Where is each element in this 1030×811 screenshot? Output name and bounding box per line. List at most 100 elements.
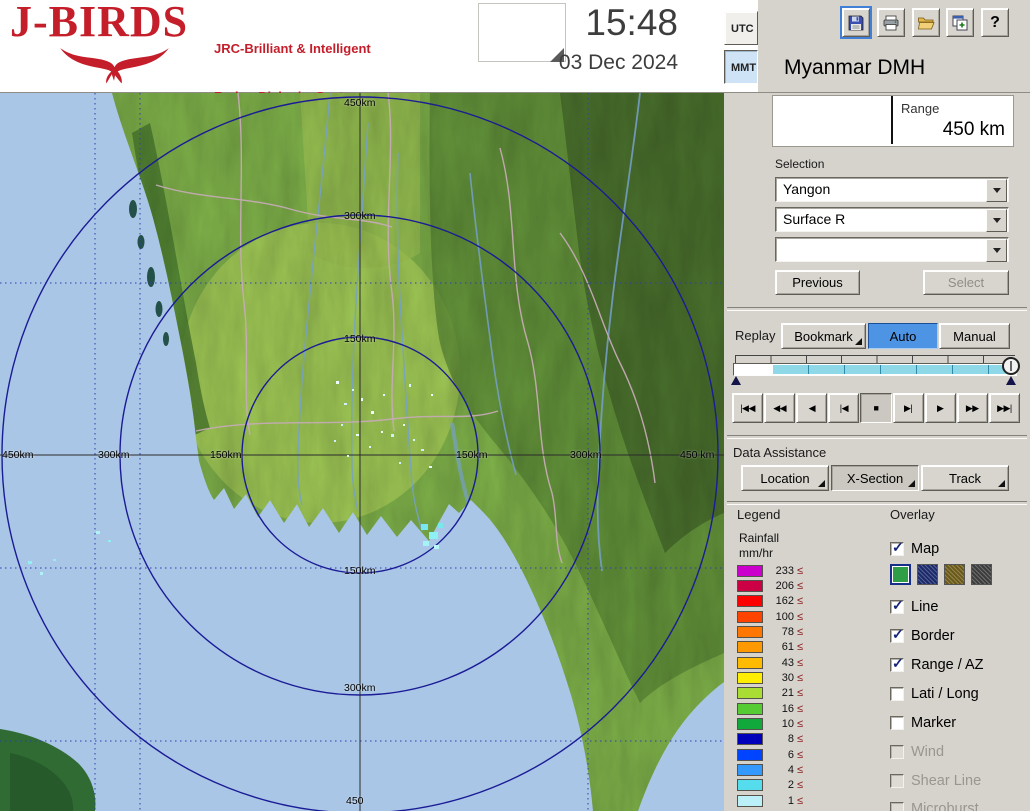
playback-stop-button[interactable]: ■ [860, 393, 891, 423]
radar-map-canvas [0, 93, 724, 811]
legend-color-swatch [737, 595, 763, 607]
chevron-down-icon[interactable] [986, 179, 1007, 202]
chevron-down-icon[interactable] [986, 239, 1007, 262]
manual-button[interactable]: Manual [939, 323, 1010, 349]
x-section-button[interactable]: X-Section [831, 465, 919, 491]
playback-fast-forward-button[interactable]: ▶▶ [957, 393, 988, 423]
timeline-thumb[interactable] [1002, 357, 1020, 375]
legend-value: 43 [768, 657, 794, 669]
bookmark-button[interactable]: Bookmark [781, 323, 866, 349]
auto-button[interactable]: Auto [868, 323, 938, 349]
legend-le-symbol: ≤ [797, 779, 803, 791]
playback-step-back-button[interactable]: |◀ [828, 393, 859, 423]
checkbox-icon[interactable] [890, 600, 904, 614]
select-button[interactable]: Select [923, 270, 1009, 295]
map-style-green-swatch[interactable] [890, 564, 911, 585]
legend-label: Legend [737, 507, 780, 522]
playback-step-forward-button[interactable]: ▶| [893, 393, 924, 423]
control-panel: Range 450 km Selection Yangon Surface R … [724, 93, 1030, 811]
logo-subtitle-line1: JRC-Brilliant & Intelligent [214, 41, 371, 57]
help-button[interactable]: ? [981, 8, 1009, 37]
chevron-down-icon[interactable] [986, 209, 1007, 232]
playback-play-back-button[interactable]: ◀ [796, 393, 827, 423]
timezone-utc-button[interactable]: UTC [724, 11, 758, 45]
checkbox-icon[interactable] [890, 542, 904, 556]
map-style-swatches [890, 564, 992, 585]
new-window-icon [951, 14, 969, 32]
open-folder-button[interactable] [912, 8, 940, 37]
overlay-item-lati-long[interactable]: Lati / Long [890, 683, 979, 705]
legend-le-symbol: ≤ [797, 672, 803, 684]
legend-color-swatch [737, 687, 763, 699]
legend-color-swatch [737, 718, 763, 730]
current-time: 15:48 [558, 2, 678, 44]
option-dropdown[interactable] [775, 237, 1009, 262]
timeline-start-marker-icon[interactable] [731, 376, 741, 385]
checkbox-icon[interactable] [890, 716, 904, 730]
save-button[interactable] [842, 8, 870, 37]
checkbox-icon[interactable] [890, 629, 904, 643]
app-logo-title: J-BIRDS [10, 0, 188, 47]
timeline-fill [773, 365, 1015, 374]
map-style-gray-swatch[interactable] [971, 564, 992, 585]
checkbox-icon [890, 745, 904, 759]
checkbox-icon [890, 802, 904, 811]
legend-entry: 1≤ [737, 793, 857, 808]
overlay-item-map[interactable]: Map [890, 538, 939, 560]
selection-label: Selection [775, 157, 824, 171]
legend-color-swatch [737, 703, 763, 715]
legend-color-swatch [737, 641, 763, 653]
print-icon [882, 14, 900, 32]
legend-color-swatch [737, 565, 763, 577]
radar-map[interactable]: 450km300km150km450km300km150km150km300km… [0, 93, 724, 811]
legend-entry: 61≤ [737, 640, 857, 655]
overlay-label-text: Microburst [911, 801, 979, 811]
range-display-box: Range 450 km [772, 95, 1014, 147]
legend-unit-line2: mm/hr [739, 546, 773, 560]
overlay-item-marker[interactable]: Marker [890, 712, 956, 734]
legend-entry: 6≤ [737, 747, 857, 762]
map-style-olive-swatch[interactable] [944, 564, 965, 585]
legend-entry: 30≤ [737, 670, 857, 685]
map-style-navy-swatch[interactable] [917, 564, 938, 585]
checkbox-icon[interactable] [890, 687, 904, 701]
separator [727, 501, 1027, 505]
previous-button[interactable]: Previous [775, 270, 860, 295]
playback-play-button[interactable]: ▶ [925, 393, 956, 423]
legend-entry: 4≤ [737, 762, 857, 777]
legend-le-symbol: ≤ [797, 595, 803, 607]
overlay-item-line[interactable]: Line [890, 596, 938, 618]
product-dropdown[interactable]: Surface R [775, 207, 1009, 232]
overlay-label: Overlay [890, 507, 935, 522]
site-dropdown[interactable]: Yangon [775, 177, 1009, 202]
legend-value: 4 [768, 764, 794, 776]
legend-color-swatch [737, 733, 763, 745]
eagle-logo-icon [12, 46, 217, 84]
legend-color-swatch [737, 626, 763, 638]
location-button[interactable]: Location [741, 465, 829, 491]
overlay-item-range-az[interactable]: Range / AZ [890, 654, 984, 676]
new-window-button[interactable] [946, 8, 974, 37]
overlay-label-text: Shear Line [911, 773, 981, 789]
overlay-label-text: Border [911, 628, 955, 644]
print-button[interactable] [877, 8, 905, 37]
overlay-label-text: Range / AZ [911, 657, 984, 673]
station-name: Myanmar DMH [784, 56, 925, 80]
playback-first-button[interactable]: |◀◀ [732, 393, 763, 423]
track-button[interactable]: Track [921, 465, 1009, 491]
playback-rewind-button[interactable]: ◀◀ [764, 393, 795, 423]
checkbox-icon[interactable] [890, 658, 904, 672]
legend-value: 10 [768, 718, 794, 730]
open-folder-icon [917, 14, 935, 32]
legend-le-symbol: ≤ [797, 733, 803, 745]
timeline-end-marker-icon[interactable] [1006, 376, 1016, 385]
playback-last-button[interactable]: ▶▶| [989, 393, 1020, 423]
timezone-mmt-button[interactable]: MMT [724, 50, 758, 84]
overlay-item-microburst: Microburst [890, 798, 979, 811]
legend-le-symbol: ≤ [797, 641, 803, 653]
legend-value: 16 [768, 703, 794, 715]
replay-timeline-slider[interactable] [733, 355, 1017, 389]
overlay-item-border[interactable]: Border [890, 625, 955, 647]
legend-entry: 43≤ [737, 655, 857, 670]
legend-entry: 100≤ [737, 609, 857, 624]
